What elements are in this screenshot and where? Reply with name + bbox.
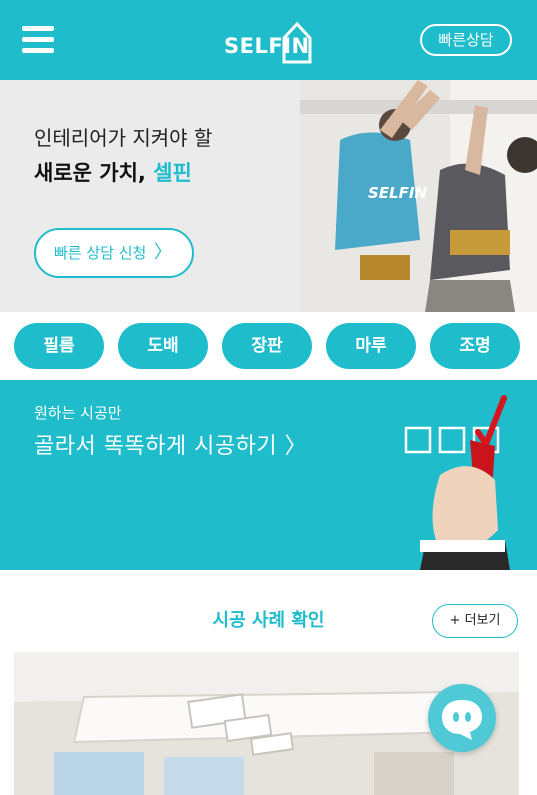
category-wood-floor-button[interactable]: 마루 (326, 323, 416, 369)
banner-title: 골라서 똑똑하게 시공하기 〉 (34, 434, 308, 459)
chevron-right-icon: 〉 (154, 242, 172, 263)
category-flooring-button[interactable]: 장판 (222, 323, 312, 369)
category-wallpaper-button[interactable]: 도배 (118, 323, 208, 369)
hamburger-menu-icon[interactable] (22, 26, 54, 54)
category-lighting-button[interactable]: 조명 (430, 323, 520, 369)
category-film-button[interactable]: 필름 (14, 323, 104, 369)
chat-button[interactable] (428, 684, 496, 752)
checkbox-hand-illustration (404, 395, 510, 570)
hero-title: 새로운 가치, 셀핀 (34, 157, 192, 187)
workers-image: SELFIN (300, 80, 537, 312)
more-cases-button[interactable]: + 더보기 (432, 604, 518, 638)
category-bar: 필름 도배 장판 마루 조명 (0, 312, 537, 380)
hero-subtitle: 인테리어가 지켜야 할 (34, 126, 213, 150)
hero-title-accent: 셀핀 (153, 161, 192, 185)
hero-banner: SELFIN 인테리어가 지켜야 할 새로운 가치, 셀핀 빠른 상담 신청 〉 (0, 80, 537, 312)
consult-request-button[interactable]: 빠른 상담 신청 〉 (34, 228, 194, 278)
app-header: SELFIN 빠른상담 (0, 0, 537, 80)
consult-request-label: 빠른 상담 신청 (54, 244, 147, 262)
quick-consult-button[interactable]: 빠른상담 (420, 24, 512, 56)
banner-subtitle: 원하는 시공만 (34, 404, 122, 422)
shirt-text: SELFIN (368, 184, 427, 202)
logo[interactable]: SELFIN (222, 18, 316, 64)
house-icon (282, 21, 312, 64)
chat-bubble-icon (442, 700, 482, 740)
select-service-banner[interactable]: 원하는 시공만 골라서 똑똑하게 시공하기 〉 (0, 380, 537, 570)
hero-title-main: 새로운 가치, (34, 161, 154, 185)
